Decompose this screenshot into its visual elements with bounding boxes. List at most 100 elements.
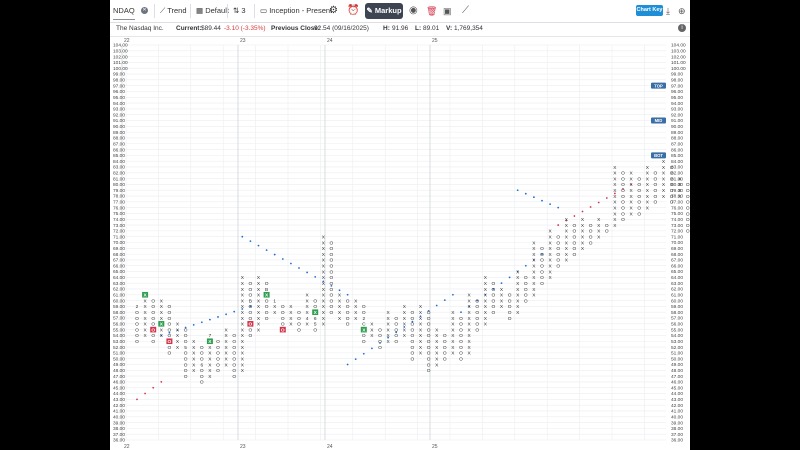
o-box: O <box>249 310 253 316</box>
symbol-input[interactable]: NDAQ <box>113 3 135 20</box>
year-label-top: 23 <box>240 38 246 44</box>
o-box: O <box>346 310 350 316</box>
o-box: O <box>427 351 431 357</box>
price-label-left: 52.00 <box>113 345 125 351</box>
x-box: X <box>629 194 633 200</box>
x-box: X <box>467 298 471 304</box>
box-count-button[interactable]: ⇅ 3 <box>233 3 246 19</box>
x-box: X <box>516 293 520 299</box>
x-box: X <box>160 327 164 333</box>
x-box: X <box>224 356 228 362</box>
o-box: O <box>686 182 690 188</box>
price-label-right: 67.00 <box>671 258 683 264</box>
price-label-left: 82.00 <box>113 170 125 176</box>
x-box: X <box>257 275 261 281</box>
o-box: 6 <box>200 362 203 368</box>
o-box: O <box>637 211 641 217</box>
eye-icon[interactable]: ◉ <box>409 3 418 19</box>
x-box: X <box>305 322 309 328</box>
trend-dot <box>225 313 227 316</box>
o-box: O <box>168 327 172 333</box>
o-box: O <box>508 310 512 316</box>
x-box: X <box>257 298 261 304</box>
x-box: X <box>403 310 407 316</box>
clear-symbol-icon[interactable]: ✕ <box>141 7 148 14</box>
draw-line-icon[interactable]: ⟋ <box>462 3 469 19</box>
price-label-left: 39.00 <box>113 420 125 426</box>
x-box: X <box>224 345 228 351</box>
price-label-left: 76.00 <box>113 205 125 211</box>
o-box: O <box>670 171 674 177</box>
o-box: O <box>427 316 431 322</box>
x-box: X <box>484 304 488 310</box>
o-box: O <box>589 223 593 229</box>
o-box: O <box>443 345 447 351</box>
price-label-left: 90.00 <box>113 124 125 130</box>
company-name: The Nasdaq Inc. <box>116 25 164 32</box>
o-box: O <box>459 333 463 339</box>
o-box: O <box>621 182 625 188</box>
o-box: O <box>330 264 334 270</box>
x-box: X <box>435 362 439 368</box>
trend-dot <box>516 189 519 192</box>
x-box: X <box>273 304 277 310</box>
x-box: X <box>532 246 536 252</box>
x-box: X <box>241 322 245 328</box>
x-box: X <box>370 327 374 333</box>
o-box: O <box>281 322 285 328</box>
chart-key-button[interactable]: Chart Key <box>636 5 663 16</box>
o-box: O <box>411 339 415 345</box>
trend-dot <box>371 347 373 350</box>
o-box: O <box>556 234 560 240</box>
zoom-icon[interactable]: ⊕ <box>678 3 686 19</box>
o-box: O <box>281 310 285 316</box>
settings-sliders-icon[interactable]: ⚙ <box>329 3 338 19</box>
price-label-left: 78.00 <box>113 194 125 200</box>
o-box: O <box>378 327 382 333</box>
x-box: X <box>241 368 245 374</box>
price-label-right: 49.00 <box>671 362 683 368</box>
trash-icon[interactable]: 🗑 <box>426 3 437 19</box>
o-box: O <box>670 188 674 194</box>
x-box: X <box>386 322 390 328</box>
x-box: X <box>581 223 585 229</box>
x-box: X <box>192 368 196 374</box>
annotation-icon[interactable]: ▣ <box>443 3 452 19</box>
x-box: X <box>646 188 650 194</box>
x-box: X <box>467 339 471 345</box>
x-box: X <box>532 293 536 299</box>
o-box: O <box>492 298 496 304</box>
o-box: O <box>168 345 172 351</box>
o-box: O <box>232 368 236 374</box>
trend-dot <box>306 271 308 274</box>
o-box: O <box>637 176 641 182</box>
o-box: O <box>378 333 382 339</box>
o-box: O <box>168 322 172 328</box>
o-box: O <box>297 327 301 333</box>
price-label-right: 60.00 <box>671 298 683 304</box>
info-icon[interactable]: i <box>678 24 686 32</box>
x-box: X <box>435 351 439 357</box>
price-label-left: 63.00 <box>113 281 125 287</box>
x-box: X <box>500 304 504 310</box>
default-button[interactable]: ▦ Default <box>196 3 229 19</box>
x-box: X <box>532 258 536 264</box>
price-label-left: 79.00 <box>113 188 125 194</box>
markup-button[interactable]: ✎ Markup <box>365 3 403 19</box>
x-box: X <box>548 246 552 252</box>
price-label-left: 60.00 <box>113 298 125 304</box>
trend-button[interactable]: ⟋ Trend <box>160 3 187 19</box>
price-label-left: 92.00 <box>113 112 125 118</box>
x-box: X <box>451 310 455 316</box>
alarm-clock-icon[interactable]: ⏰ <box>347 3 359 19</box>
o-box: O <box>524 281 528 287</box>
x-box: X <box>500 298 504 304</box>
trend-dot <box>265 249 268 251</box>
download-icon[interactable]: ⤓ <box>666 3 670 19</box>
date-range-button[interactable]: ▭ Inception - Present <box>260 3 332 19</box>
o-box: O <box>508 298 512 304</box>
quote-info-bar: The Nasdaq Inc. Current: $89.44 -3.10 (-… <box>110 22 690 37</box>
x-box: X <box>662 176 666 182</box>
x-box: X <box>289 310 293 316</box>
x-box: X <box>467 322 471 328</box>
